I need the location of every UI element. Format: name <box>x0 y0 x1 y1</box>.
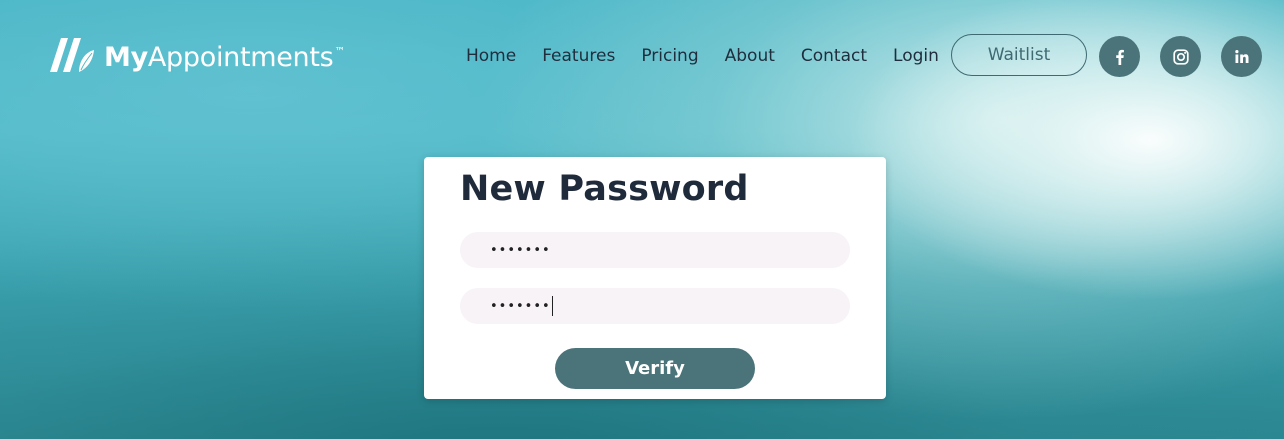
linkedin-button[interactable] <box>1221 36 1262 77</box>
main-nav: Home Features Pricing About Contact Logi… <box>466 45 939 67</box>
page-title: New Password <box>460 169 749 209</box>
nav-link-home[interactable]: Home <box>466 45 516 67</box>
brand-logo[interactable]: MyAppointments™ <box>48 33 345 75</box>
logo-mark-icon <box>50 38 94 72</box>
nav-link-about[interactable]: About <box>725 45 775 67</box>
logo-text-bold: My <box>104 41 148 73</box>
logo-text: MyAppointments™ <box>104 44 345 71</box>
new-password-value: ••••••• <box>490 242 551 258</box>
linkedin-icon <box>1234 49 1248 63</box>
verify-button[interactable]: Verify <box>555 348 755 389</box>
nav-link-features[interactable]: Features <box>542 45 615 67</box>
text-cursor <box>551 296 553 316</box>
facebook-button[interactable] <box>1099 36 1140 77</box>
instagram-button[interactable] <box>1160 36 1201 77</box>
confirm-password-input[interactable]: ••••••• <box>460 288 850 324</box>
instagram-icon <box>1172 48 1189 65</box>
waitlist-button[interactable]: Waitlist <box>951 34 1087 76</box>
facebook-icon <box>1115 49 1124 65</box>
trademark-symbol: ™ <box>334 44 346 58</box>
confirm-password-value: ••••••• <box>490 298 551 314</box>
logo-text-light: Appointments <box>147 41 334 73</box>
new-password-card: New Password ••••••• ••••••• Verify <box>424 157 886 399</box>
nav-link-pricing[interactable]: Pricing <box>641 45 698 67</box>
new-password-input[interactable]: ••••••• <box>460 232 850 268</box>
nav-link-contact[interactable]: Contact <box>801 45 867 67</box>
nav-link-login[interactable]: Login <box>893 45 939 67</box>
